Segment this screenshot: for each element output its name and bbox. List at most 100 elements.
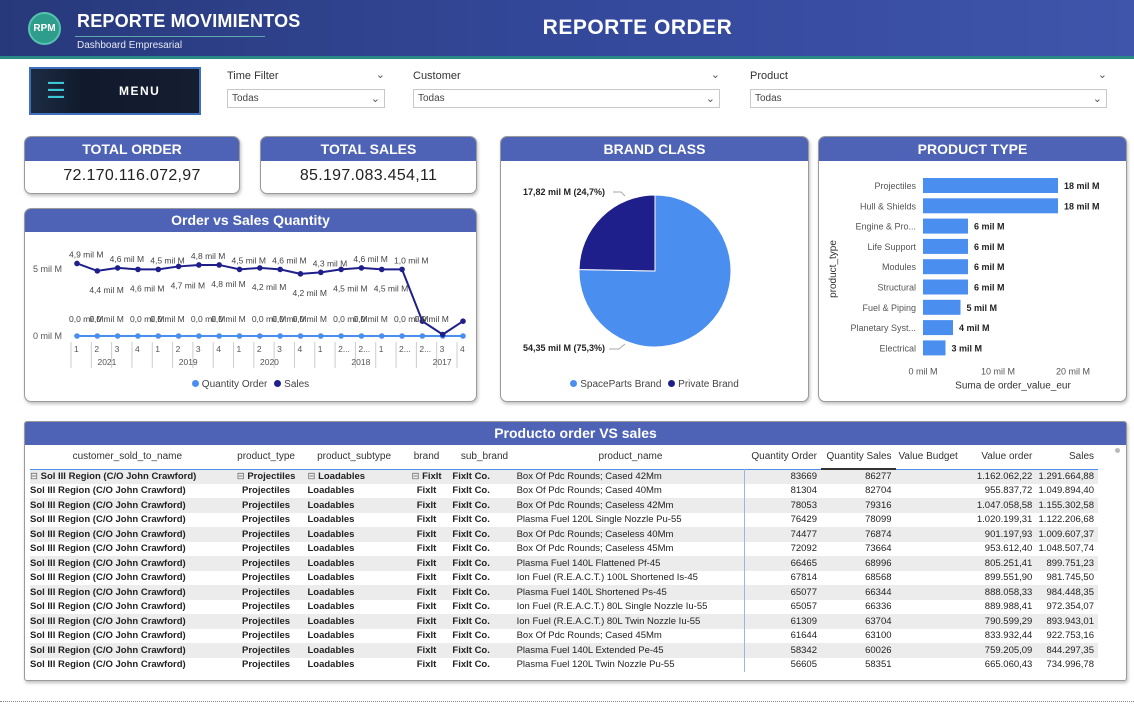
column-header-quantity-order[interactable]: Quantity Order: [744, 445, 821, 469]
table-row[interactable]: Sol III Region (C/O John Crawford) Projec…: [30, 527, 1098, 542]
data-point: [399, 333, 405, 339]
data-point: [114, 333, 121, 339]
column-header-product-name[interactable]: product_name: [517, 445, 745, 469]
table-row[interactable]: Sol III Region (C/O John Crawford) Projec…: [30, 541, 1098, 556]
table-cell-value-budget: [896, 614, 962, 629]
table-cell-quantity-order: 76429: [743, 512, 821, 527]
table-cell-quantity-sales: 79316: [821, 498, 896, 513]
table-row[interactable]: Sol III Region (C/O John Crawford) Projec…: [30, 643, 1098, 658]
table-cell-brand: FixIt: [401, 643, 453, 658]
collapse-icon[interactable]: ⊟: [307, 471, 318, 482]
table-cell-sub-brand: FixIt Co.: [452, 585, 516, 600]
product-dropdown[interactable]: Todas ⌄: [750, 89, 1107, 108]
table-row[interactable]: Sol III Region (C/O John Crawford) Projec…: [30, 570, 1098, 586]
cell-text: Box Of Pdc Rounds; Caseless 45Mm: [516, 543, 674, 555]
data-point: [94, 333, 101, 339]
table-cell-product-name: Plasma Fuel 140L Shortened Ps-45: [517, 585, 745, 600]
data-label: 1,0 mil M: [394, 255, 428, 265]
table-row[interactable]: Sol III Region (C/O John Crawford) Projec…: [30, 556, 1098, 571]
table-cell-sales: 981.745,50: [1036, 571, 1098, 586]
data-label: 0,0 mil M: [89, 314, 123, 324]
bar-category-label: Life Support: [867, 242, 916, 252]
collapse-icon[interactable]: ⊟: [30, 471, 41, 482]
table-row[interactable]: Sol III Region (C/O John Crawford) Projec…: [30, 628, 1098, 644]
line-chart[interactable]: 5 mil M 0 mil M 4,9 mil M 4,4 mil M 4,6 mil …: [25, 232, 476, 382]
product-table-card: Producto order VS sales customer_sold_to…: [24, 421, 1127, 681]
table-cell-quantity-sales: 58351: [821, 658, 896, 673]
order-vs-sales-card[interactable]: Order vs Sales Quantity 5 mil M 0 mil M 4,…: [24, 208, 477, 402]
cell-text: Plasma Fuel 120L Twin Nozzle Pu-55: [516, 659, 675, 671]
table-cell-brand: FixIt: [401, 600, 453, 615]
cell-text: Ion Fuel (R.E.A.C.T.) 100L Shortened Is-…: [516, 572, 698, 584]
column-header-value-order[interactable]: Value order: [962, 445, 1037, 469]
table-row[interactable]: Sol III Region (C/O John Crawford) Projec…: [30, 498, 1098, 513]
column-header-customer-sold-to-name[interactable]: customer_sold_to_name: [30, 445, 225, 469]
table-cell-product-name: Box Of Pdc Rounds; Caseless 42Mm: [517, 498, 745, 513]
table-cell-product-name: Box Of Pdc Rounds; Cased 42Mm: [517, 469, 745, 484]
column-header-product-type[interactable]: product_type: [225, 445, 308, 469]
table-cell-product-subtype: Loadables: [307, 513, 400, 528]
total-order-card: TOTAL ORDER 72.170.116.072,97: [24, 136, 240, 194]
menu-button[interactable]: ☰ MENU: [29, 67, 201, 115]
table-row[interactable]: Sol III Region (C/O John Crawford) Projec…: [30, 614, 1098, 629]
cell-text: 78099: [865, 514, 892, 526]
table-cell-value-order: 888.058,33: [962, 585, 1037, 600]
column-header-product-subtype[interactable]: product_subtype: [307, 445, 400, 469]
table-cell-value-order: 833.932,44: [962, 629, 1037, 644]
product-type-card[interactable]: PRODUCT TYPE Projectiles 18 mil M Hull & S…: [818, 136, 1127, 402]
cell-text: 1.049.894,40: [1038, 485, 1094, 497]
cell-text: 82704: [865, 485, 892, 497]
brand-class-card[interactable]: BRAND CLASS 54,35 mil M (75,3%) 17,82 mil…: [500, 136, 809, 402]
legend-dot: [274, 380, 282, 387]
time-filter-dropdown[interactable]: Todas ⌄: [227, 89, 385, 108]
legend-item-private[interactable]: Private Brand: [668, 379, 739, 390]
x-tick-label: 4: [297, 344, 302, 354]
table-row[interactable]: ⊟ Sol III Region (C/O John Crawford) ⊟ Pr…: [30, 469, 1098, 484]
product-filter-title: Product: [750, 70, 788, 82]
scrollbar-thumb[interactable]: [1115, 448, 1120, 453]
table-row[interactable]: Sol III Region (C/O John Crawford) Projec…: [30, 585, 1098, 600]
cell-text: 953.612,40: [984, 543, 1033, 555]
cell-text: FixIt: [416, 485, 437, 497]
chevron-down-icon[interactable]: ⌄: [376, 68, 385, 81]
table-row[interactable]: Sol III Region (C/O John Crawford) Projec…: [30, 599, 1098, 615]
customer-dropdown[interactable]: Todas ⌄: [413, 89, 720, 108]
product-type-bar-chart[interactable]: Projectiles 18 mil M Hull & Shields 18 mil …: [819, 161, 1126, 401]
table-cell-value-order: 790.599,29: [962, 614, 1037, 629]
data-label: 4,8 mil M: [211, 279, 245, 289]
cell-text: FixIt Co.: [452, 543, 490, 555]
cell-text: FixIt Co.: [452, 557, 490, 569]
chevron-down-icon[interactable]: ⌄: [1098, 68, 1107, 81]
table-header-row: customer_sold_to_name product_type product…: [30, 445, 1098, 470]
chevron-down-icon[interactable]: ⌄: [711, 68, 720, 81]
column-header-brand[interactable]: brand: [401, 445, 453, 469]
table-cell-product-name: Box Of Pdc Rounds; Caseless 40Mm: [517, 527, 745, 542]
legend-item-quantity-order[interactable]: Quantity Order: [191, 379, 267, 390]
table-row[interactable]: Sol III Region (C/O John Crawford) Projec…: [30, 483, 1098, 498]
legend-item-spaceparts[interactable]: SpaceParts Brand: [570, 379, 661, 390]
table-cell-quantity-sales: 66336: [821, 600, 896, 615]
total-sales-card: TOTAL SALES 85.197.083.454,11: [260, 136, 477, 194]
column-header-quantity-sales[interactable]: Quantity Sales: [820, 445, 896, 470]
legend-item-sales[interactable]: Sales: [274, 379, 309, 390]
data-label: 4,5 mil M: [150, 255, 184, 265]
cell-text: 888.058,33: [984, 586, 1033, 598]
cell-text: Sol III Region (C/O John Crawford): [30, 586, 186, 598]
x-tick-label: 3: [277, 344, 282, 354]
table-cell-brand: FixIt: [401, 658, 453, 673]
column-header-sales[interactable]: Sales: [1036, 445, 1098, 469]
pie-label-leader: [609, 343, 626, 350]
table-row[interactable]: Sol III Region (C/O John Crawford) Projec…: [30, 657, 1098, 673]
table-cell-product-subtype: Loadables: [307, 498, 400, 513]
collapse-icon[interactable]: ⊟: [411, 471, 422, 482]
cell-text: Box Of Pdc Rounds; Caseless 42Mm: [516, 499, 674, 511]
table-row[interactable]: Sol III Region (C/O John Crawford) Projec…: [30, 512, 1098, 528]
collapse-icon[interactable]: ⊟: [237, 471, 248, 482]
column-header-value-budget[interactable]: Value Budget: [896, 445, 962, 469]
x-tick-label: 10 mil M: [981, 367, 1015, 377]
table-body-wrap[interactable]: customer_sold_to_name product_type product…: [25, 445, 1126, 672]
brand-class-pie[interactable]: 54,35 mil M (75,3%) 17,82 mil M (24,7%): [501, 161, 808, 376]
hamburger-icon: ☰: [46, 78, 66, 103]
column-header-sub-brand[interactable]: sub_brand: [452, 445, 516, 469]
cell-text: Sol III Region (C/O John Crawford): [30, 644, 186, 656]
